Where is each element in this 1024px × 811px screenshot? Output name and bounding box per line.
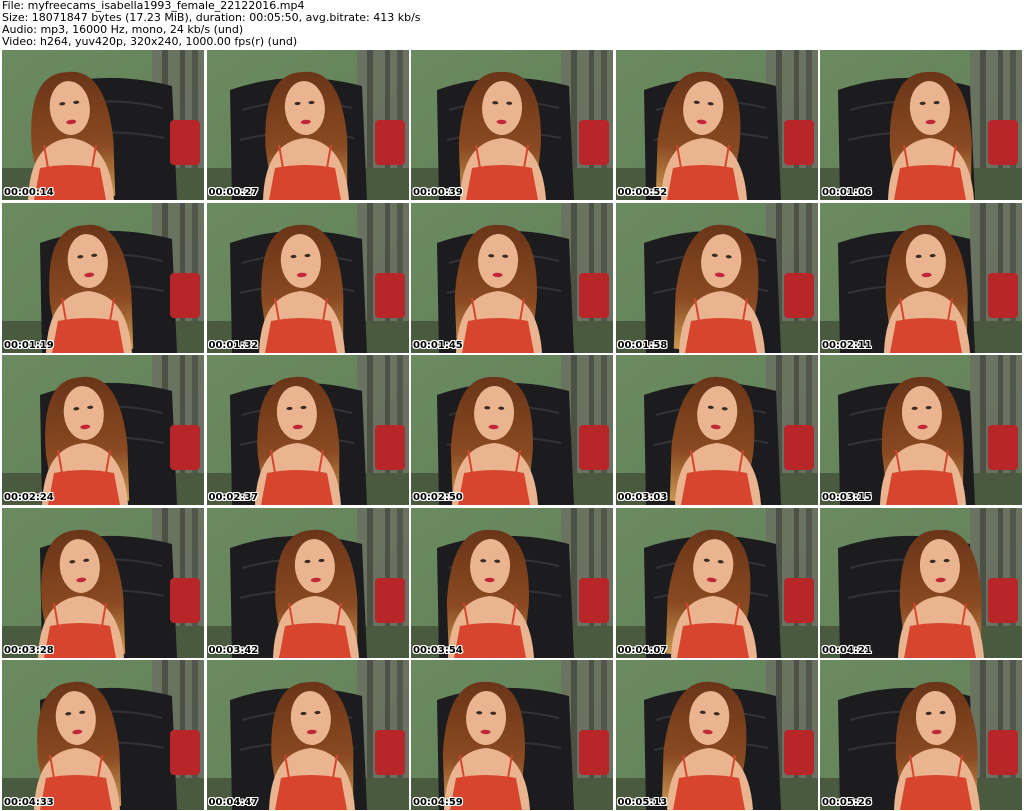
- video-frame-thumbnail: 00:01:19: [2, 202, 204, 353]
- video-frame-thumbnail: 00:03:54: [411, 507, 613, 658]
- frame-image: [206, 507, 409, 658]
- frame-timestamp: 00:01:58: [617, 339, 668, 351]
- video-info-line: Video: h264, yuv420p, 320x240, 1000.00 f…: [2, 36, 298, 48]
- frame-image: [411, 202, 613, 353]
- frame-image: [2, 355, 204, 505]
- frame-timestamp: 00:04:21: [822, 644, 872, 656]
- video-frame-thumbnail: 00:01:45: [411, 202, 613, 353]
- video-frame-thumbnail: 00:01:32: [206, 202, 409, 353]
- frame-image: [206, 50, 409, 200]
- frame-timestamp: 00:03:54: [413, 644, 463, 656]
- video-frame-thumbnail: 00:01:06: [820, 50, 1022, 200]
- video-frame-thumbnail: 00:01:58: [615, 202, 818, 353]
- video-frame-thumbnail: 00:00:27: [206, 50, 409, 200]
- video-frame-thumbnail: 00:04:21: [820, 507, 1022, 658]
- frame-timestamp: 00:04:07: [617, 644, 668, 656]
- frame-timestamp: 00:00:14: [4, 187, 54, 198]
- video-frame-thumbnail: 00:00:14: [2, 50, 204, 200]
- frame-timestamp: 00:03:03: [617, 492, 668, 503]
- frame-image: [411, 507, 613, 658]
- video-frame-thumbnail: 00:03:15: [820, 355, 1022, 505]
- frame-image: [820, 202, 1022, 353]
- frame-timestamp: 00:00:27: [208, 187, 259, 198]
- thumbnail-grid: 00:00:14 00:00:27 00:00:39 00:00:52 00:01:06…: [2, 50, 1022, 810]
- frame-timestamp: 00:03:15: [822, 492, 872, 503]
- frame-image: [615, 660, 818, 810]
- frame-image: [206, 355, 409, 505]
- frame-image: [2, 202, 204, 353]
- frame-image: [615, 507, 818, 658]
- video-frame-thumbnail: 00:04:07: [615, 507, 818, 658]
- frame-image: [820, 355, 1022, 505]
- frame-timestamp: 00:02:50: [413, 492, 463, 503]
- frame-image: [615, 355, 818, 505]
- file-name-line: File: myfreecams_isabella1993_female_221…: [2, 0, 305, 12]
- frame-timestamp: 00:01:45: [413, 339, 463, 351]
- frame-image: [820, 507, 1022, 658]
- sheet-header: File: myfreecams_isabella1993_female_221…: [0, 0, 1024, 50]
- size-duration-line: Size: 18071847 bytes (17.23 MiB), durati…: [2, 12, 421, 24]
- frame-image: [2, 507, 204, 658]
- video-frame-thumbnail: 00:00:52: [615, 50, 818, 200]
- video-frame-thumbnail: 00:02:37: [206, 355, 409, 505]
- video-frame-thumbnail: 00:04:59: [411, 660, 613, 810]
- video-frame-thumbnail: 00:05:13: [615, 660, 818, 810]
- frame-image: [411, 660, 613, 810]
- frame-image: [2, 660, 204, 810]
- frame-image: [820, 660, 1022, 810]
- video-frame-thumbnail: 00:03:03: [615, 355, 818, 505]
- frame-timestamp: 00:01:06: [822, 187, 872, 198]
- frame-image: [411, 355, 613, 505]
- video-frame-thumbnail: 00:03:28: [2, 507, 204, 658]
- video-frame-thumbnail: 00:04:47: [206, 660, 409, 810]
- frame-timestamp: 00:02:24: [4, 492, 54, 503]
- frame-timestamp: 00:02:11: [822, 339, 872, 351]
- frame-timestamp: 00:04:33: [4, 797, 54, 808]
- video-frame-thumbnail: 00:02:50: [411, 355, 613, 505]
- frame-timestamp: 00:03:42: [208, 644, 259, 656]
- frame-timestamp: 00:01:19: [4, 339, 54, 351]
- frame-image: [615, 50, 818, 200]
- video-frame-thumbnail: 00:02:24: [2, 355, 204, 505]
- video-frame-thumbnail: 00:04:33: [2, 660, 204, 810]
- video-frame-thumbnail: 00:05:26: [820, 660, 1022, 810]
- frame-timestamp: 00:05:26: [822, 797, 872, 808]
- frame-timestamp: 00:00:52: [617, 187, 668, 198]
- video-frame-thumbnail: 00:02:11: [820, 202, 1022, 353]
- frame-timestamp: 00:01:32: [208, 339, 259, 351]
- frame-timestamp: 00:05:13: [617, 797, 668, 808]
- frame-timestamp: 00:04:59: [413, 797, 463, 808]
- audio-info-line: Audio: mp3, 16000 Hz, mono, 24 kb/s (und…: [2, 24, 244, 36]
- frame-image: [820, 50, 1022, 200]
- video-frame-thumbnail: 00:00:39: [411, 50, 613, 200]
- frame-timestamp: 00:04:47: [208, 797, 259, 808]
- frame-timestamp: 00:00:39: [413, 187, 463, 198]
- frame-image: [2, 50, 204, 200]
- frame-image: [411, 50, 613, 200]
- frame-timestamp: 00:03:28: [4, 644, 54, 656]
- frame-timestamp: 00:02:37: [208, 492, 259, 503]
- frame-image: [206, 660, 409, 810]
- frame-image: [206, 202, 409, 353]
- frame-image: [615, 202, 818, 353]
- video-frame-thumbnail: 00:03:42: [206, 507, 409, 658]
